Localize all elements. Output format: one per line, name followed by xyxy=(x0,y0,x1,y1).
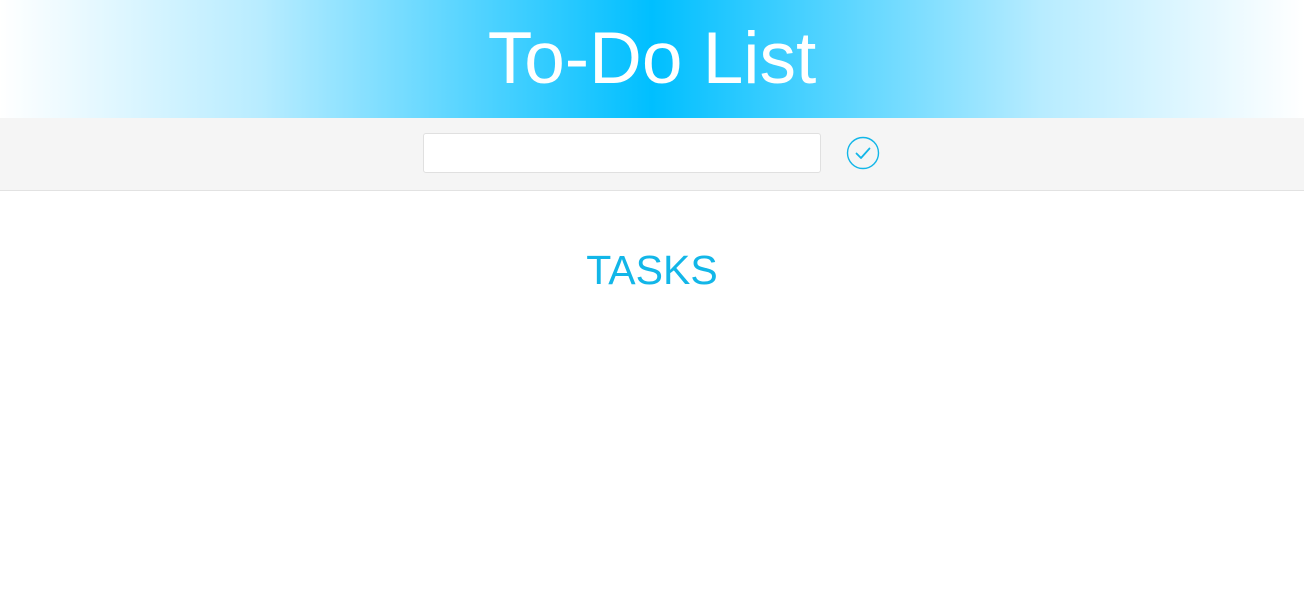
check-circle-icon xyxy=(846,136,880,170)
task-input[interactable] xyxy=(423,133,821,173)
header-banner: To-Do List xyxy=(0,0,1304,118)
add-task-button[interactable] xyxy=(846,136,880,170)
tasks-section: TASKS xyxy=(0,191,1304,291)
task-entry-bar xyxy=(0,118,1304,191)
page-title: To-Do List xyxy=(487,17,817,99)
tasks-heading: TASKS xyxy=(586,247,718,293)
